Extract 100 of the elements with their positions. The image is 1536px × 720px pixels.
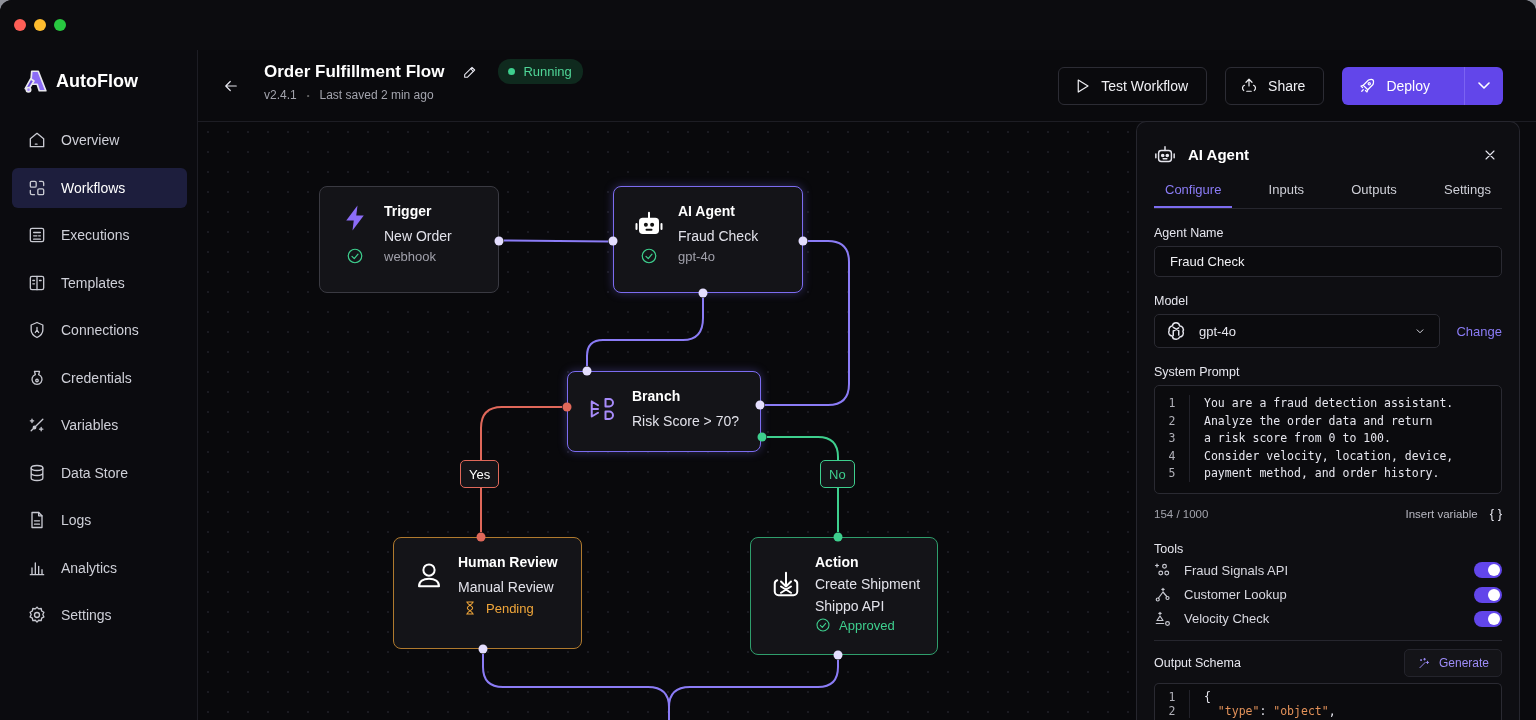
toggle-switch[interactable] (1474, 586, 1502, 603)
node-subtitle: Create Shipment (815, 576, 922, 592)
status-dot (508, 68, 516, 75)
selected-model: gpt-4o (1199, 323, 1237, 339)
tab[interactable]: Inputs (1257, 173, 1315, 209)
code-line: { (1204, 690, 1212, 704)
last-saved-label: Last saved 2 min ago (319, 88, 434, 102)
code-line: a risk score from 0 to 100. (1204, 430, 1392, 448)
line-number: 1 (1167, 395, 1177, 413)
node-status: Approved (839, 617, 895, 633)
caret-icon (1478, 82, 1490, 89)
brand-name: AutoFlow (56, 70, 138, 92)
sidebar-item[interactable]: Logs (12, 500, 187, 540)
logo-icon (22, 68, 48, 94)
tool-label: Fraud Signals API (1184, 562, 1290, 578)
insert-variable-link[interactable]: Insert variable { } (1405, 506, 1502, 522)
node-subtitle: New Order (384, 228, 453, 244)
sidebar-item[interactable]: Connections (12, 310, 187, 350)
line-number: 4 (1167, 447, 1177, 465)
toggle-switch[interactable] (1474, 610, 1502, 627)
schema-editor[interactable]: 1 2 { "type": "object", (1154, 683, 1502, 720)
line-number: 1 (1167, 690, 1177, 704)
deploy-button[interactable]: Deploy (1342, 66, 1464, 105)
workflow-node[interactable]: AI Agent Fraud Check gpt-4o (613, 186, 803, 293)
port-dot[interactable] (755, 400, 765, 410)
sidebar-item[interactable]: Settings (12, 595, 187, 635)
sparkle-wand-icon (1416, 656, 1431, 670)
line-number: 3 (1167, 430, 1177, 448)
port-dot[interactable] (478, 644, 488, 654)
port-dot[interactable] (562, 402, 572, 412)
node-subtitle: Risk Score > 70? (632, 413, 740, 429)
node-status: gpt-4o (678, 248, 716, 264)
port-dot[interactable] (757, 432, 767, 442)
workflow-node[interactable]: Trigger New Order webhook (319, 186, 499, 293)
workflow-node[interactable]: Human Review Manual Review Pending (393, 537, 582, 649)
check-circle-icon (640, 247, 658, 265)
tab[interactable]: Settings (1433, 173, 1502, 209)
line-number: 5 (1167, 464, 1177, 482)
node-subtitle: Manual Review (458, 579, 555, 595)
tab[interactable]: Configure (1154, 173, 1233, 209)
port-dot[interactable] (494, 236, 504, 246)
close-window-button[interactable] (14, 19, 26, 31)
change-link[interactable]: Change (1456, 323, 1502, 339)
field-label: Model (1154, 294, 1190, 309)
knot-logo-icon (1165, 320, 1187, 343)
tool-icon (1154, 609, 1172, 628)
character-count: 154 / 1000 (1154, 507, 1209, 520)
port-dot[interactable] (833, 532, 843, 542)
sidebar-item[interactable]: Analytics (12, 547, 187, 588)
port-dot[interactable] (698, 288, 708, 298)
house-icon (27, 130, 47, 150)
prompt-editor[interactable]: 1 2 3 4 5 You are a fraud detection assistant. Analyze the order data and return a risk score from 0 to 100. Consider velocity, location, device, payment method, and order history. (1154, 385, 1502, 495)
panel-title: AI Agent (1188, 146, 1250, 164)
section-label: Tools (1154, 542, 1185, 557)
tab[interactable]: Outputs (1340, 173, 1408, 209)
check-circle-icon (815, 617, 831, 633)
workflow-node[interactable]: Action Create Shipment Shippo API Approved (750, 537, 938, 655)
version-label: v2.4.1 (264, 88, 297, 102)
node-title: Branch (632, 388, 682, 404)
sidebar-item[interactable]: Credentials (12, 357, 187, 398)
sidebar-item[interactable]: Overview (12, 120, 187, 160)
toggle-switch[interactable] (1474, 562, 1502, 579)
zoom-window-button[interactable] (54, 19, 66, 31)
workflow-title: Order Fulfillment Flow (264, 61, 445, 82)
agent-name-field[interactable]: Fraud Check (1154, 246, 1502, 278)
code-line: Analyze the order data and return (1204, 412, 1434, 430)
sidebar-item[interactable]: Templates (12, 262, 187, 303)
tool-label: Customer Lookup (1184, 587, 1288, 603)
code-line: payment method, and order history. (1204, 464, 1441, 482)
edge-label: Yes (460, 460, 500, 488)
node-subtitle: Fraud Check (678, 228, 760, 244)
node-title: Action (815, 554, 860, 570)
code-line: "type": "object", (1216, 704, 1336, 718)
sidebar-item[interactable]: Data Store (12, 452, 187, 493)
port-dot[interactable] (833, 650, 843, 660)
sidebar-item[interactable]: Workflows (12, 167, 187, 208)
node-title: Trigger (384, 203, 433, 219)
check-circle-icon (346, 247, 364, 265)
test-workflow-button[interactable]: Test Workflow (1058, 66, 1208, 105)
line-number: 2 (1167, 704, 1177, 718)
generate-button[interactable]: Generate (1403, 649, 1502, 677)
field-label: System Prompt (1154, 365, 1241, 380)
sidebar-item[interactable]: Executions (12, 215, 187, 255)
dropdown-button[interactable] (1464, 66, 1503, 105)
sidebar-item[interactable]: Variables (12, 405, 187, 445)
workflow-node[interactable]: Branch Risk Score > 70? (567, 371, 761, 452)
share-button[interactable]: Share (1225, 66, 1325, 105)
node-subtitle: Shippo API (815, 598, 886, 614)
separator-dot: • (306, 90, 310, 100)
list-icon (27, 225, 47, 245)
line-number: 2 (1167, 412, 1177, 430)
node-title: Human Review (458, 554, 559, 570)
node-status: Pending (486, 600, 534, 616)
port-dot[interactable] (798, 236, 808, 246)
port-dot[interactable] (476, 532, 486, 542)
minimize-window-button[interactable] (34, 19, 46, 31)
model-dropdown[interactable]: gpt-4o (1154, 314, 1441, 349)
tool-icon (1154, 585, 1172, 604)
port-dot[interactable] (608, 236, 618, 246)
port-dot[interactable] (582, 366, 592, 376)
